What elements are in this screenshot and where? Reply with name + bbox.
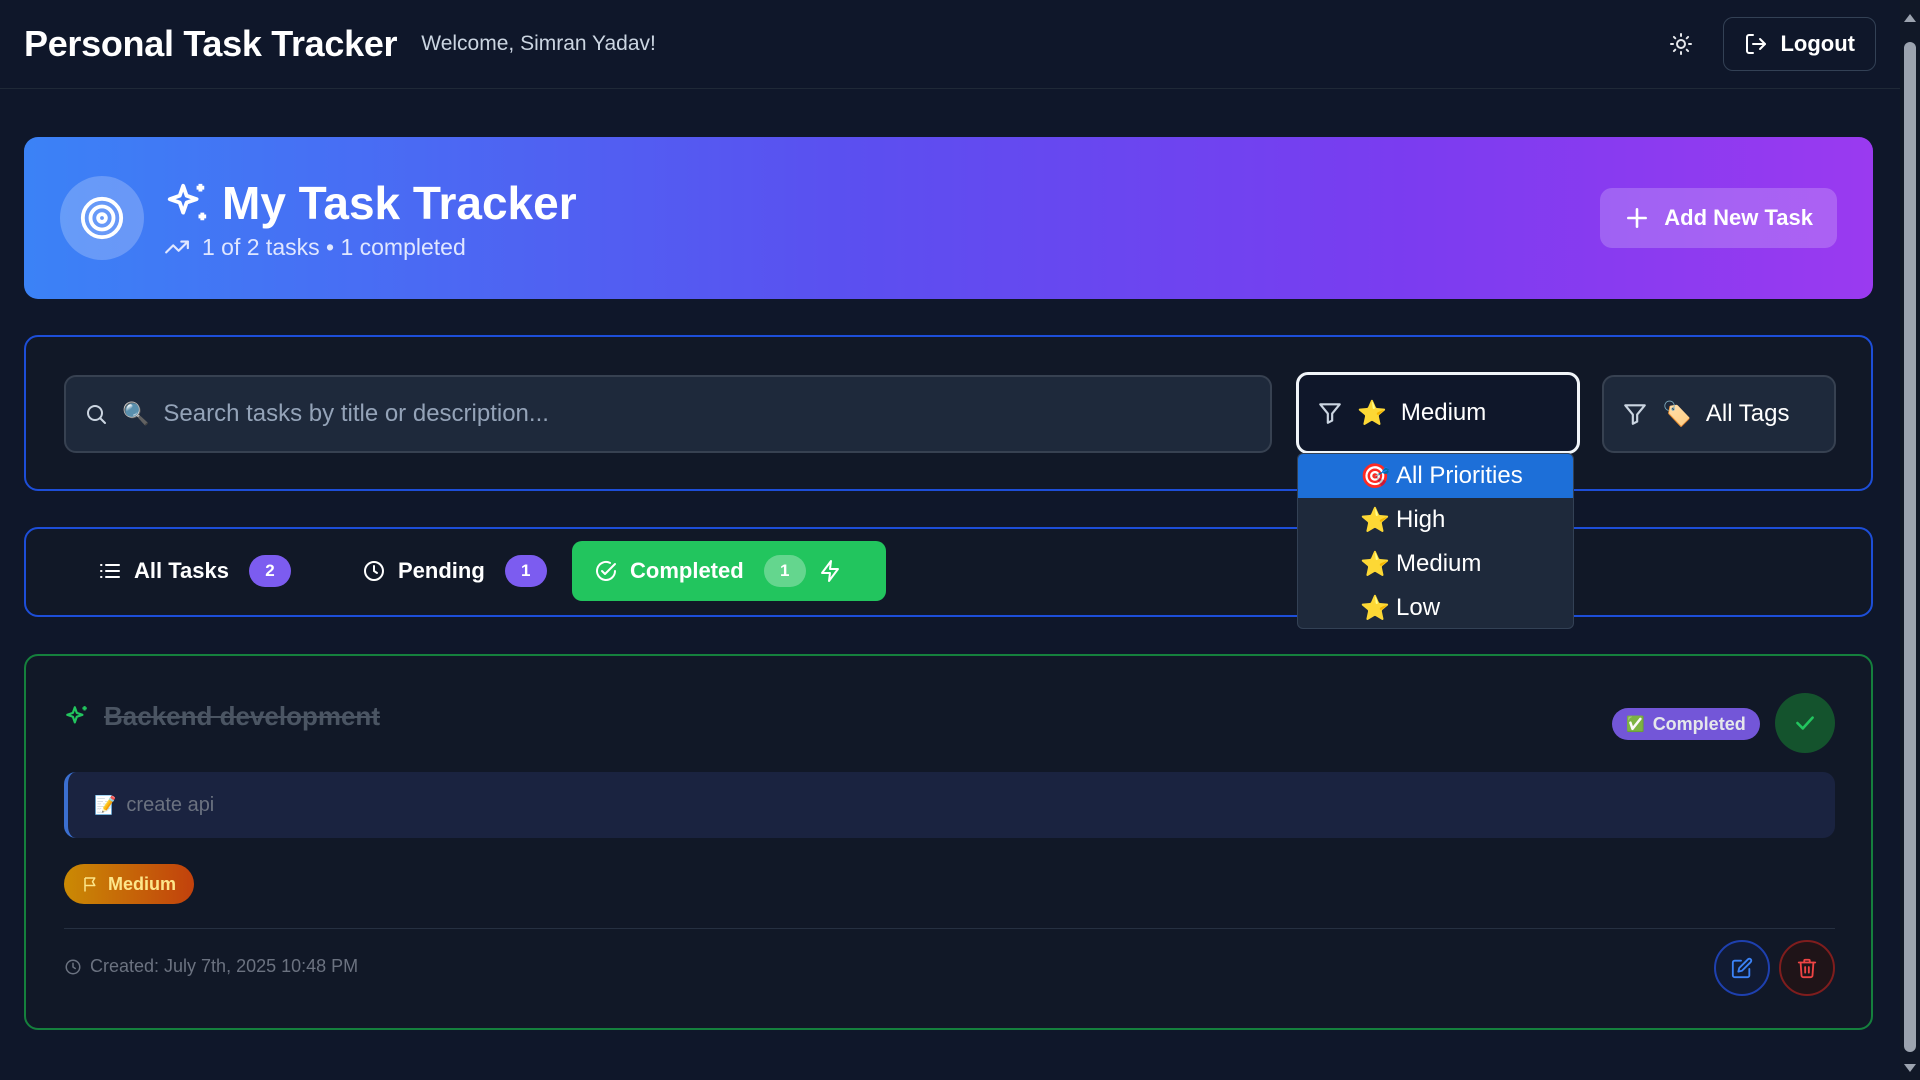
target-emoji-icon: 🎯 (1360, 462, 1390, 490)
topbar-actions: Logout (1661, 17, 1876, 71)
checkbox-emoji-icon: ✅ (1626, 716, 1645, 733)
task-tabs: All Tasks 2 Pending 1 Completed 1 (24, 527, 1873, 617)
flag-icon (84, 877, 96, 892)
tags-selected-label: All Tags (1705, 400, 1790, 427)
app-title: Personal Task Tracker (24, 23, 398, 64)
check-circle-icon (596, 560, 616, 581)
tab-pending[interactable]: Pending 1 (340, 541, 569, 601)
star-icon: ⭐ (1360, 506, 1390, 534)
hero-banner: My Task Tracker 1 of 2 tasks • 1 complet… (24, 137, 1873, 299)
tags-filter-select[interactable]: 🏷️ All Tags (1602, 375, 1836, 453)
created-date: Created: July 7th, 2025 10:48 PM (64, 956, 358, 977)
task-card: Backend development ✅ Completed 📝 create… (24, 654, 1873, 1030)
tab-all-tasks[interactable]: All Tasks 2 (76, 541, 313, 601)
priority-selected-label: Medium (1400, 399, 1487, 426)
priority-option-high[interactable]: ⭐ High (1298, 498, 1573, 542)
logout-label: Logout (1780, 31, 1855, 56)
tab-count-badge: 1 (504, 555, 547, 587)
priority-dropdown-menu: 🎯 All Priorities ⭐ High ⭐ Medium ⭐ Low (1297, 453, 1574, 629)
target-icon (60, 176, 144, 260)
card-divider (64, 928, 1835, 929)
trending-up-icon (165, 240, 189, 254)
created-text: Created: July 7th, 2025 10:48 PM (90, 956, 359, 976)
task-title: Backend development (104, 701, 380, 731)
option-label: Low (1396, 594, 1441, 621)
priority-emoji: ⭐ (1357, 399, 1387, 427)
search-box[interactable]: 🔍 (64, 375, 1272, 453)
clock-icon (364, 561, 384, 581)
search-input[interactable] (163, 400, 1252, 428)
tab-label: Completed (630, 558, 744, 583)
option-label: Medium (1396, 550, 1482, 577)
theme-toggle-button[interactable] (1661, 24, 1701, 64)
priority-option-all[interactable]: 🎯 All Priorities (1298, 454, 1573, 498)
hero-subtitle: 1 of 2 tasks • 1 completed (202, 233, 466, 260)
edit-icon (1731, 957, 1753, 979)
priority-filter-select[interactable]: ⭐ Medium (1296, 372, 1580, 454)
top-bar: Personal Task Tracker Welcome, Simran Ya… (0, 0, 1900, 89)
star-icon: ⭐ (1360, 550, 1390, 578)
search-icon (87, 405, 106, 424)
option-label: All Priorities (1396, 462, 1523, 489)
tab-count-badge: 2 (248, 555, 291, 587)
search-emoji: 🔍 (122, 401, 150, 426)
add-task-button[interactable]: Add New Task (1600, 188, 1837, 248)
hero-title-row: My Task Tracker (164, 176, 577, 230)
priority-badge: Medium (64, 864, 195, 904)
option-label: High (1396, 506, 1446, 533)
hero-title: My Task Tracker (222, 176, 577, 229)
toggle-complete-button[interactable] (1775, 693, 1835, 753)
list-icon (100, 564, 120, 578)
scroll-up-arrow-icon[interactable] (1904, 14, 1916, 22)
page-scrollbar[interactable] (1900, 0, 1920, 1080)
tab-label: All Tasks (134, 558, 229, 583)
task-description: 📝 create api (64, 772, 1835, 838)
plus-icon (1627, 208, 1648, 228)
hero-subtitle-row: 1 of 2 tasks • 1 completed (164, 234, 577, 261)
tab-completed[interactable]: Completed 1 (572, 541, 886, 601)
welcome-text: Welcome, Simran Yadav! (421, 32, 656, 55)
delete-task-button[interactable] (1779, 940, 1835, 996)
tab-label: Pending (398, 558, 485, 583)
logout-button[interactable]: Logout (1723, 17, 1876, 71)
filters-panel: 🔍 ⭐ Medium 🏷️ All Tags (24, 335, 1873, 491)
check-icon (1796, 716, 1814, 730)
scroll-thumb[interactable] (1904, 42, 1916, 1052)
filter-icon (1319, 403, 1341, 424)
add-task-label: Add New Task (1664, 205, 1813, 230)
star-icon: ⭐ (1360, 594, 1390, 622)
sparkles-icon (66, 705, 87, 723)
lightning-icon (820, 560, 839, 582)
task-title-row: Backend development (64, 701, 380, 732)
status-label: Completed (1652, 713, 1746, 734)
logout-icon (1746, 34, 1767, 54)
priority-label: Medium (108, 873, 177, 894)
hero-text: My Task Tracker 1 of 2 tasks • 1 complet… (164, 176, 577, 261)
trash-icon (1797, 958, 1817, 979)
description-text: create api (126, 793, 215, 816)
filter-icon (1624, 404, 1646, 425)
priority-option-low[interactable]: ⭐ Low (1298, 586, 1573, 628)
status-badge: ✅ Completed (1612, 708, 1760, 740)
priority-option-medium[interactable]: ⭐ Medium (1298, 542, 1573, 586)
tab-count-badge: 1 (763, 555, 806, 587)
clock-icon (65, 959, 81, 974)
edit-task-button[interactable] (1714, 940, 1770, 996)
tags-emoji: 🏷️ (1662, 400, 1692, 428)
memo-icon: 📝 (94, 794, 117, 815)
scroll-down-arrow-icon[interactable] (1904, 1064, 1916, 1072)
sun-icon (1670, 33, 1693, 55)
sparkles-icon (167, 183, 207, 220)
